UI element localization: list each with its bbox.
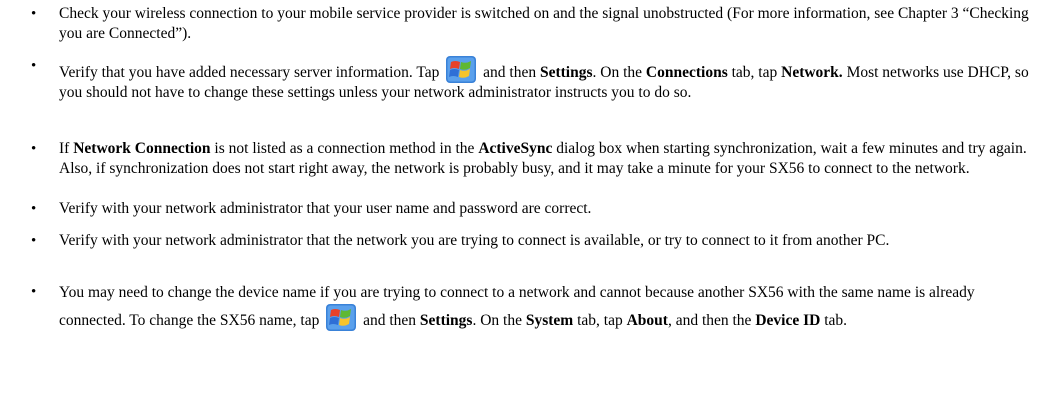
bullet: • [31,284,37,300]
windows-start-flag-icon[interactable] [446,56,477,83]
list-item-text: Verify that you have added necessary ser… [59,56,1034,103]
bullet: • [31,201,37,217]
windows-start-flag-icon[interactable] [326,304,357,331]
list-item-text: If Network Connection is not listed as a… [59,140,1027,177]
bullet: • [31,58,37,74]
list-item-text: You may need to change the device name i… [59,284,975,331]
bullet: • [31,233,37,249]
list-item-text: Verify with your network administrator t… [59,232,890,249]
bullet: • [31,6,37,22]
bullet: • [31,141,37,157]
troubleshooting-list: • Check your wireless connection to your… [0,0,1058,420]
list-item-text: Verify with your network administrator t… [59,200,592,217]
list-item-text: Check your wireless connection to your m… [59,5,1029,42]
